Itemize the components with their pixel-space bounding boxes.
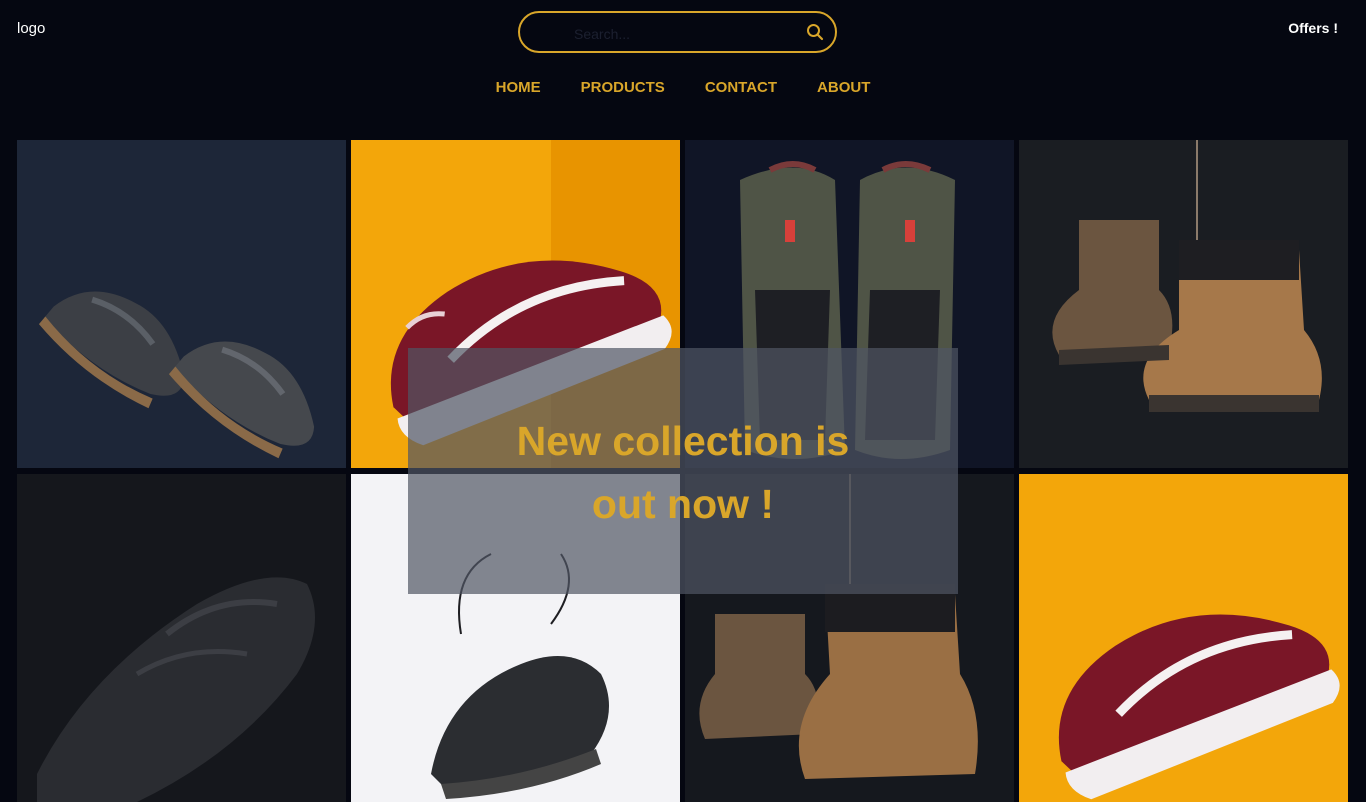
grey-sneakers-image — [17, 140, 346, 468]
nav-about[interactable]: ABOUT — [817, 79, 870, 96]
offers-link[interactable]: Offers ! — [1288, 20, 1338, 36]
gallery-tile-burgundy-shoe-2[interactable] — [1019, 474, 1348, 802]
hero-banner: New collection is out now ! — [408, 348, 958, 594]
gallery-tile-grey-sneakers[interactable] — [17, 140, 346, 468]
site-logo[interactable]: logo — [17, 20, 45, 37]
burgundy-shoe-image-2 — [1019, 474, 1348, 802]
nav-home[interactable]: HOME — [496, 79, 541, 96]
hero-line-2: out now ! — [591, 481, 775, 527]
gallery-tile-black-knit[interactable] — [17, 474, 346, 802]
nav-products[interactable]: PRODUCTS — [581, 79, 665, 96]
main-nav: HOME PRODUCTS CONTACT ABOUT — [0, 79, 1366, 96]
gallery-tile-tan-boots[interactable] — [1019, 140, 1348, 468]
search-bar — [518, 11, 837, 53]
hero-line-1: New collection is — [516, 418, 850, 464]
search-icon[interactable] — [805, 22, 825, 42]
tan-boots-image — [1019, 140, 1348, 468]
hero-headline: New collection is out now ! — [408, 410, 958, 536]
search-input[interactable] — [572, 22, 786, 46]
black-knit-image — [17, 474, 346, 802]
nav-contact[interactable]: CONTACT — [705, 79, 777, 96]
